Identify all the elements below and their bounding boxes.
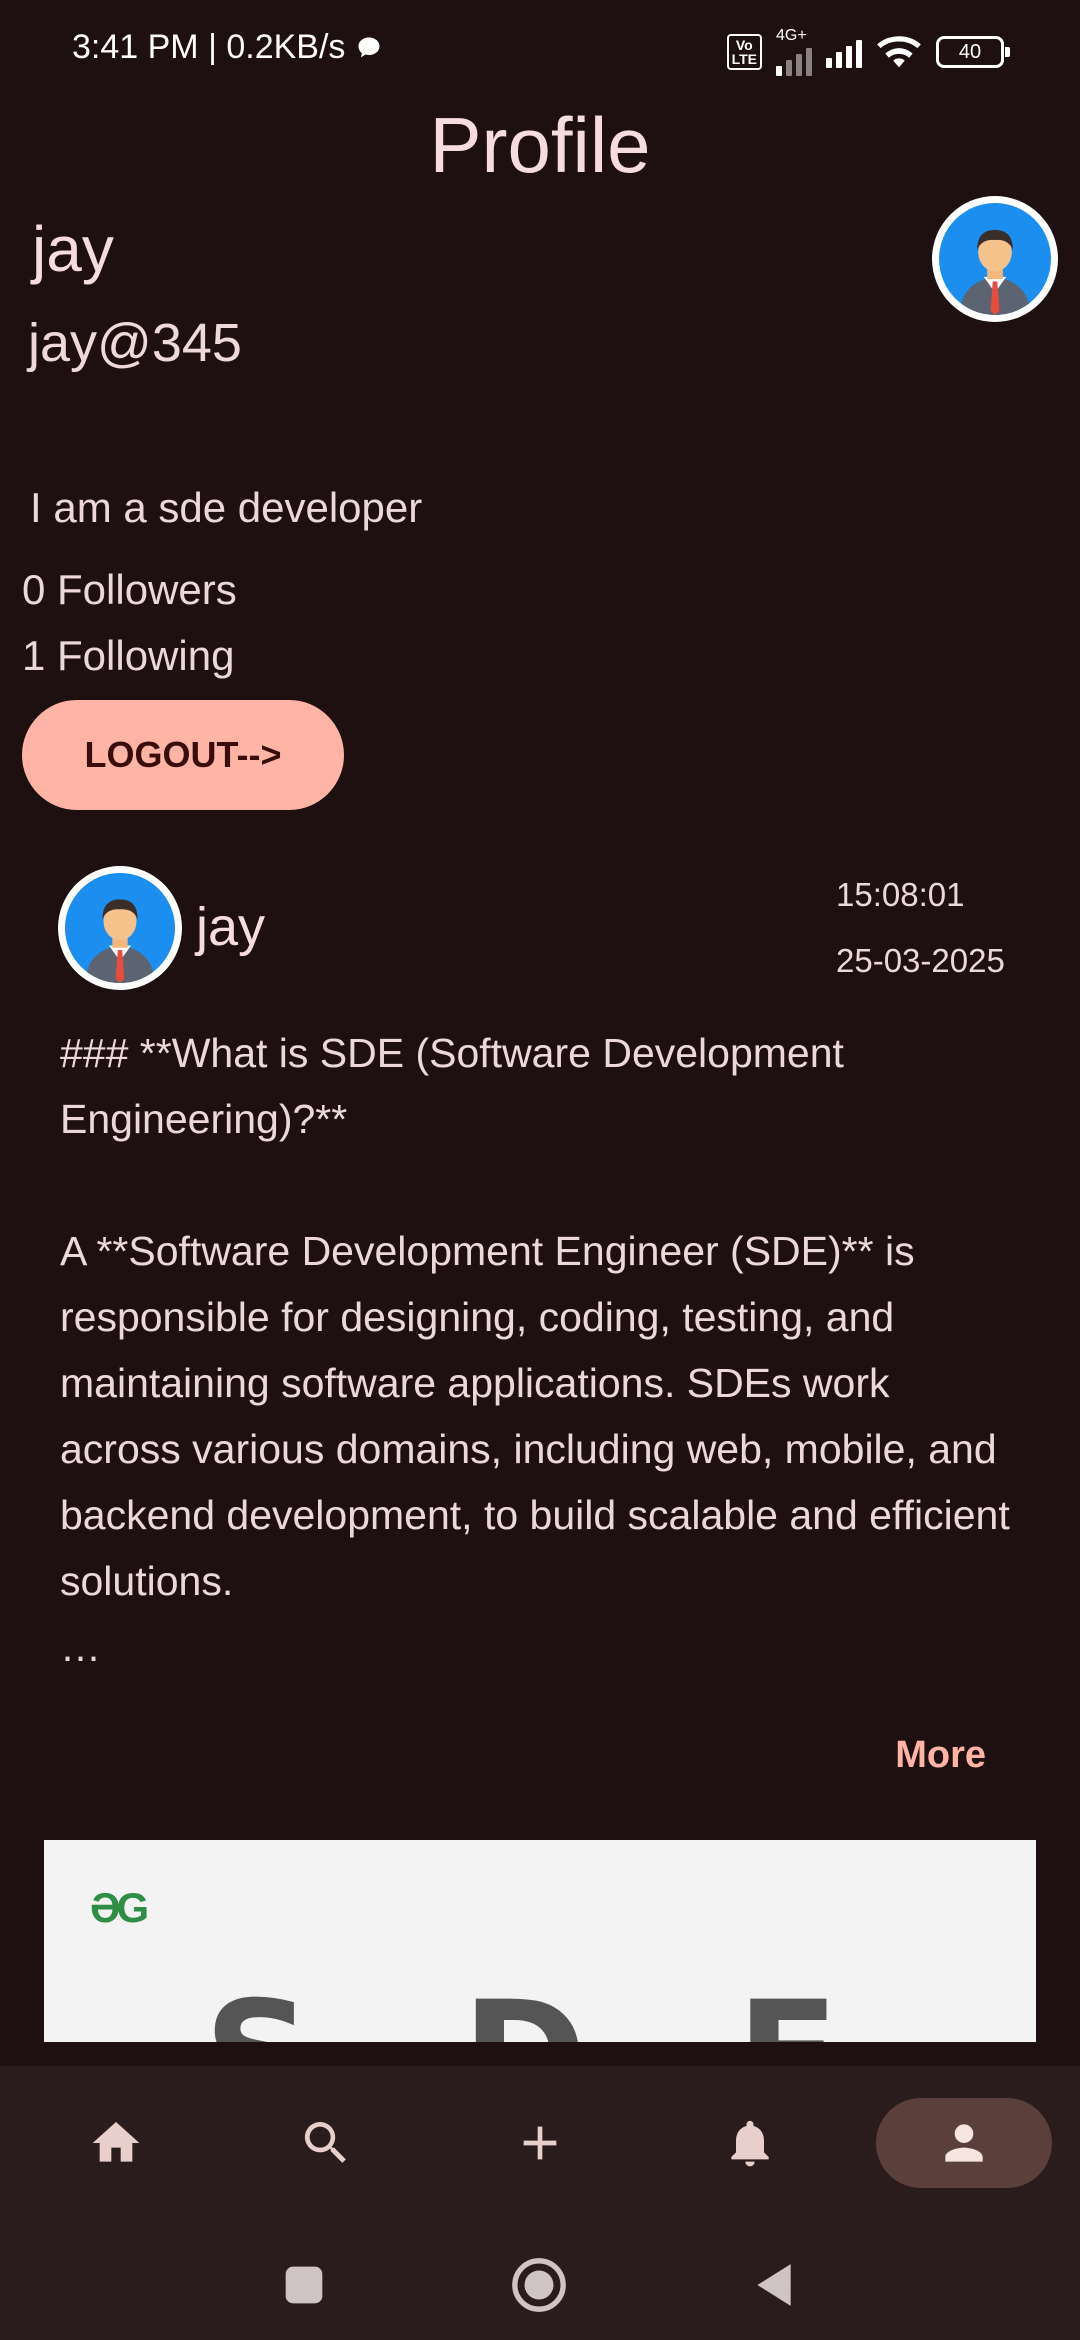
user-avatar-icon xyxy=(84,899,156,983)
profile-name: jay xyxy=(32,213,114,285)
profile-bio: I am a sde developer xyxy=(30,484,423,531)
profile-handle: jay@345 xyxy=(28,313,242,373)
user-avatar-icon xyxy=(959,229,1031,315)
nav-notifications[interactable] xyxy=(700,2098,800,2188)
more-button[interactable]: More xyxy=(895,1734,986,1777)
signal-4g: 4G+ xyxy=(776,28,812,76)
battery-icon: 40 xyxy=(936,36,1010,68)
post-time: 15:08:01 xyxy=(836,876,965,913)
status-time-speed: 3:41 PM | 0.2KB/s xyxy=(72,28,346,66)
signal-bars-icon-1 xyxy=(776,44,812,76)
status-bar: 3:41 PM | 0.2KB/s Vo LTE 4G+ 40 xyxy=(0,0,1080,100)
nav-home[interactable] xyxy=(66,2098,166,2188)
status-right: Vo LTE 4G+ 40 xyxy=(726,28,1010,76)
person-icon xyxy=(945,2124,983,2162)
back-button-icon[interactable] xyxy=(752,2260,796,2310)
profile-screen: 3:41 PM | 0.2KB/s Vo LTE 4G+ 40 Profile j… xyxy=(0,0,1080,2340)
search-icon xyxy=(304,2122,346,2163)
profile-avatar[interactable] xyxy=(932,196,1058,322)
nav-add[interactable] xyxy=(490,2098,590,2188)
page-title: Profile xyxy=(429,101,651,189)
followers-count[interactable]: 0 Followers xyxy=(22,566,237,614)
post-body: ### **What is SDE (Software Development … xyxy=(60,1030,1010,1670)
bottom-nav xyxy=(0,2066,1080,2230)
post-image[interactable]: ƏG SDE xyxy=(44,1840,1036,2042)
post-author-avatar[interactable] xyxy=(58,866,182,990)
post-author-name[interactable]: jay xyxy=(196,896,265,958)
wifi-icon xyxy=(877,36,921,68)
signal-bars-icon-2 xyxy=(826,36,862,68)
home-button-icon[interactable] xyxy=(510,2256,568,2314)
gfg-logo: ƏG xyxy=(90,1884,149,1931)
network-label: 4G+ xyxy=(776,27,807,44)
system-nav-bar xyxy=(0,2230,1080,2340)
image-letters: SDE xyxy=(204,1970,989,2042)
logout-button[interactable]: LOGOUT--> xyxy=(22,700,344,810)
recents-button-icon[interactable] xyxy=(282,2263,326,2307)
add-icon xyxy=(523,2126,557,2160)
nav-profile[interactable] xyxy=(876,2098,1052,2188)
status-left: 3:41 PM | 0.2KB/s xyxy=(72,28,383,67)
following-count[interactable]: 1 Following xyxy=(22,632,234,680)
bell-icon xyxy=(731,2120,769,2167)
home-icon xyxy=(92,2122,140,2162)
chat-bubble-icon xyxy=(358,37,380,57)
volte-icon: Vo LTE xyxy=(726,34,762,70)
post-date: 25-03-2025 xyxy=(836,942,1005,979)
nav-search[interactable] xyxy=(276,2098,376,2188)
